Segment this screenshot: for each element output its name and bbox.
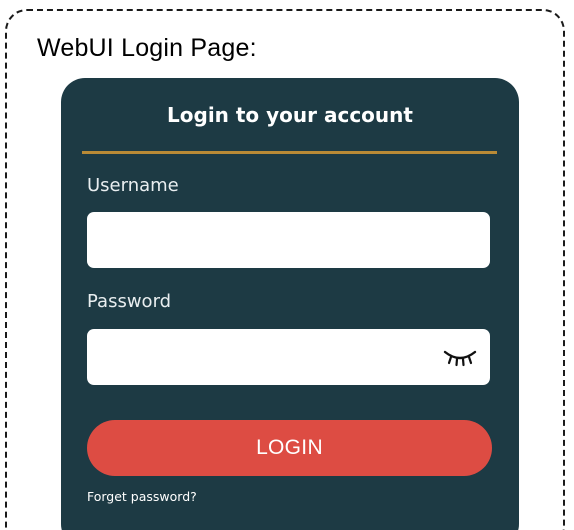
username-field-box: [87, 212, 490, 268]
forgot-password-link[interactable]: Forget password?: [87, 489, 197, 505]
username-label: Username: [87, 175, 179, 196]
password-field-box: [87, 329, 490, 385]
title-divider: [82, 151, 497, 154]
closed-eye-icon[interactable]: [442, 346, 478, 368]
password-input[interactable]: [87, 329, 490, 385]
password-label: Password: [87, 291, 172, 312]
login-title: Login to your account: [167, 103, 413, 127]
login-card: Login to your account Username Password …: [61, 78, 519, 530]
username-input[interactable]: [87, 212, 490, 268]
page-caption: WebUI Login Page:: [37, 34, 257, 62]
login-button[interactable]: LOGIN: [87, 420, 492, 476]
